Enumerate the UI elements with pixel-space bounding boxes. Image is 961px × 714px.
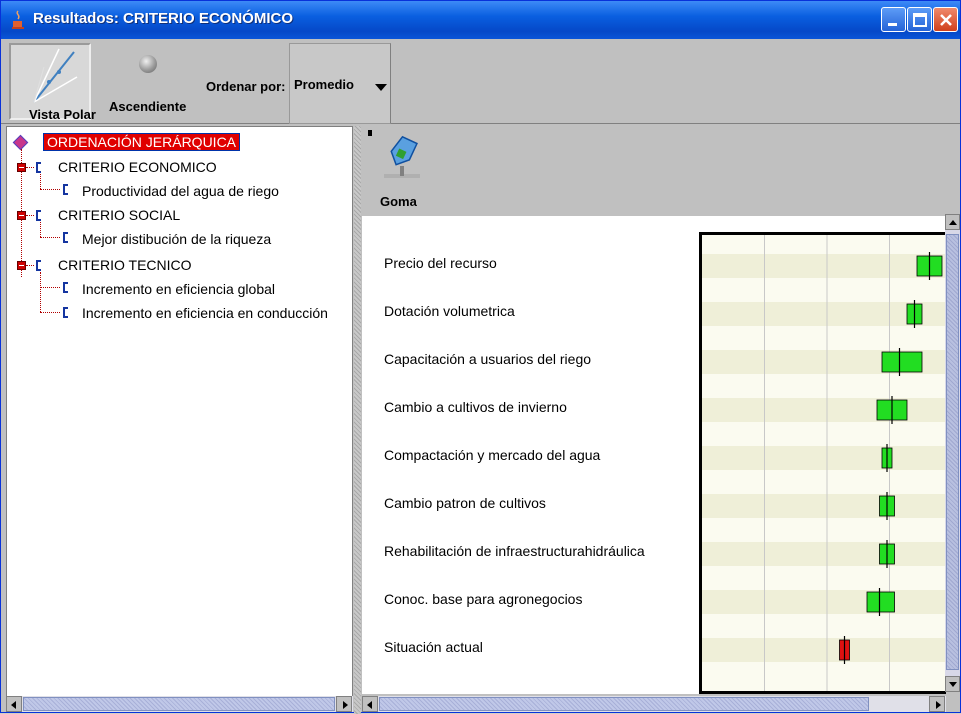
window-title: Resultados: CRITERIO ECONÓMICO	[33, 10, 294, 27]
criterion-icon	[36, 260, 41, 271]
alternative-label: Dotación volumetrica	[384, 303, 515, 319]
plot-svg	[702, 235, 946, 691]
tree-line	[40, 174, 41, 189]
eraser-label: Goma	[380, 194, 417, 209]
main-toolbar: Vista Polar Ascendiente Ordenar por: Pro…	[1, 39, 960, 124]
scroll-up-button[interactable]	[945, 214, 960, 230]
scroll-thumb[interactable]	[379, 697, 869, 711]
polar-view-button[interactable]: Vista Polar	[9, 43, 96, 122]
results-pane: Goma Precio del recurso Dotación volumetr…	[362, 126, 960, 712]
scroll-right-button[interactable]	[336, 696, 352, 712]
row-stripe	[702, 638, 946, 662]
alternative-box[interactable]	[881, 351, 923, 373]
chart-horizontal-scrollbar[interactable]	[362, 696, 946, 712]
eraser-button[interactable]: Goma	[374, 130, 434, 212]
tree-line	[26, 265, 34, 266]
subcriterion-icon	[63, 232, 68, 243]
results-window: Resultados: CRITERIO ECONÓMICO Vista Pol…	[0, 0, 961, 714]
chart-vertical-scrollbar[interactable]	[945, 214, 960, 692]
scroll-thumb[interactable]	[23, 697, 335, 711]
alternative-label: Cambio patron de cultivos	[384, 495, 546, 511]
minimize-icon	[888, 23, 897, 26]
results-toolbar: Goma	[362, 126, 960, 214]
alternative-label: Precio del recurso	[384, 255, 497, 271]
scroll-right-button[interactable]	[929, 696, 945, 712]
collapse-toggle[interactable]	[17, 163, 26, 172]
order-by-select[interactable]: Promedio	[289, 43, 391, 124]
row-stripe	[702, 494, 946, 518]
row-stripe	[702, 398, 946, 422]
ascending-toggle[interactable]: Ascendiente	[109, 49, 201, 119]
scroll-left-button[interactable]	[6, 696, 22, 712]
ascending-label: Ascendiente	[109, 99, 187, 114]
order-by-label: Ordenar por:	[206, 79, 286, 94]
hierarchy-tree[interactable]: ORDENACIÓN JERÁRQUICA CRITERIO ECONOMICO…	[6, 126, 353, 698]
tree-line	[40, 189, 60, 190]
eraser-icon	[384, 135, 420, 178]
tree-criterion-tecnico[interactable]: CRITERIO TECNICO	[58, 257, 192, 273]
row-stripe	[702, 590, 946, 614]
subcriterion-icon	[63, 307, 68, 318]
polar-view-icon	[33, 48, 78, 103]
maximize-icon	[913, 13, 927, 27]
row-stripe	[702, 446, 946, 470]
radio-icon[interactable]	[139, 55, 157, 73]
subcriterion-icon	[63, 282, 68, 293]
criterion-icon	[36, 162, 41, 173]
polar-view-label: Vista Polar	[29, 107, 96, 122]
alternative-label: Conoc. base para agronegocios	[384, 591, 583, 607]
pane-splitter[interactable]	[354, 126, 361, 714]
alternative-box[interactable]	[866, 591, 895, 613]
tree-criterion-social[interactable]: CRITERIO SOCIAL	[58, 207, 180, 223]
close-icon	[940, 14, 952, 26]
order-by-value: Promedio	[294, 77, 354, 92]
collapse-toggle[interactable]	[17, 261, 26, 270]
chevron-down-icon	[375, 84, 387, 91]
scroll-down-button[interactable]	[945, 676, 960, 692]
criterion-icon	[36, 210, 41, 221]
maximize-button[interactable]	[907, 7, 932, 32]
plot-area[interactable]	[699, 232, 946, 694]
row-stripe	[702, 542, 946, 566]
root-node-icon	[12, 134, 29, 151]
close-button[interactable]	[933, 7, 958, 32]
alternative-label: Capacitación a usuarios del riego	[384, 351, 592, 367]
java-cup-icon	[12, 10, 24, 29]
title-bar[interactable]: Resultados: CRITERIO ECONÓMICO	[1, 1, 960, 39]
tree-root[interactable]: ORDENACIÓN JERÁRQUICA	[43, 133, 241, 151]
tree-criterion-economico[interactable]: CRITERIO ECONOMICO	[58, 159, 217, 175]
row-stripe	[702, 254, 946, 278]
box-chart: Precio del recurso Dotación volumetrica Ca…	[362, 216, 946, 694]
alternative-label: Situación actual	[384, 639, 483, 655]
tree-line	[40, 287, 60, 288]
alternative-label: Rehabilitación de infraestructurahidrául…	[384, 543, 645, 559]
toolbar-grip[interactable]	[368, 130, 372, 136]
tree-subcriterion[interactable]: Incremento en eficiencia en conducción	[82, 305, 328, 321]
tree-subcriterion[interactable]: Productividad del agua de riego	[82, 183, 279, 199]
tree-subcriterion[interactable]: Incremento en eficiencia global	[82, 281, 275, 297]
alternative-label: Cambio a cultivos de invierno	[384, 399, 567, 415]
tree-line	[26, 215, 34, 216]
subcriterion-icon	[63, 184, 68, 195]
minimize-button[interactable]	[881, 7, 906, 32]
alternative-label: Compactación y mercado del agua	[384, 447, 601, 463]
scroll-thumb[interactable]	[946, 234, 959, 670]
tree-line	[40, 237, 60, 238]
tree-line	[40, 272, 41, 312]
tree-line	[40, 222, 41, 237]
tree-line	[40, 312, 60, 313]
scroll-left-button[interactable]	[362, 696, 378, 712]
tree-horizontal-scrollbar[interactable]	[6, 696, 353, 712]
tree-line	[26, 167, 34, 168]
tree-subcriterion[interactable]: Mejor distibución de la riqueza	[82, 231, 271, 247]
collapse-toggle[interactable]	[17, 211, 26, 220]
